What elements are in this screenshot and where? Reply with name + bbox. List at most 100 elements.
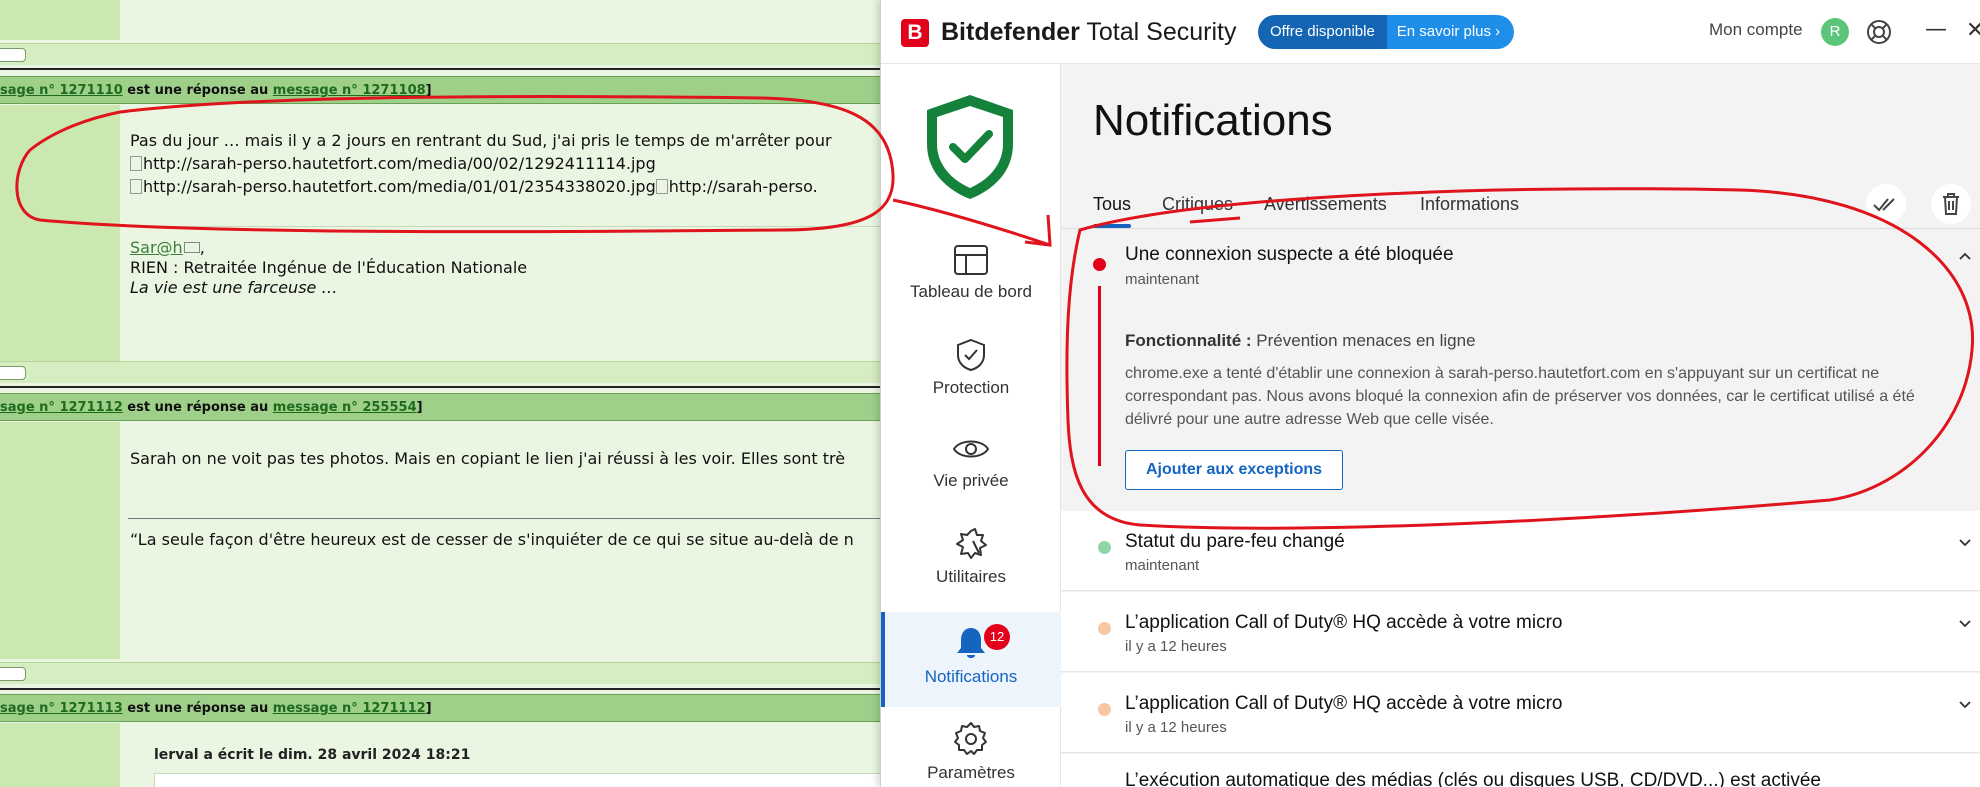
signature-motto: La vie est une farceuse …: [130, 278, 338, 297]
forum-small-button[interactable]: [0, 48, 26, 62]
avatar[interactable]: R: [1821, 18, 1849, 46]
tab-warnings[interactable]: Avertissements: [1264, 194, 1387, 215]
broken-image-icon: [130, 156, 142, 171]
forum-separator: [0, 43, 880, 65]
delete-all-button[interactable]: [1931, 184, 1971, 224]
warning-dot-icon: [1098, 703, 1111, 716]
quote-intro: lerval a écrit le dim. 28 avril 2024 18:…: [154, 747, 471, 763]
notification-title: Statut du pare-feu changé: [1125, 531, 1345, 552]
post-link[interactable]: sage n° 1271113: [0, 701, 123, 716]
eye-icon: [952, 440, 990, 458]
post-header-end: ]: [425, 701, 432, 716]
forum-rule: [0, 386, 880, 388]
app-title: Bitdefender Total Security: [941, 18, 1236, 47]
notification-row[interactable]: Statut du pare-feu changé maintenant: [1061, 511, 1980, 591]
sidebar-item-dashboard[interactable]: Tableau de bord: [881, 244, 1061, 339]
learn-more-link[interactable]: En savoir plus ›: [1386, 15, 1515, 49]
forum-separator: [0, 361, 880, 383]
sidebar-item-label: Protection: [932, 378, 1010, 397]
post-header: sage n° 1271110 est une réponse au messa…: [0, 76, 880, 104]
forum-separator: [0, 662, 880, 684]
notification-title[interactable]: Une connexion suspecte a été bloquée: [1125, 244, 1454, 266]
post-header-text: est une réponse au: [122, 701, 273, 716]
signature-divider: [128, 226, 880, 227]
chevron-up-icon[interactable]: [1959, 250, 1971, 262]
notification-description: chrome.exe a tenté d'établir une connexi…: [1125, 365, 1915, 428]
forum-small-button[interactable]: [0, 667, 26, 681]
dashboard-icon: [954, 245, 988, 275]
forum-rule: [0, 68, 880, 70]
shield-check-icon: [957, 338, 985, 372]
notification-count-badge: 12: [984, 624, 1010, 650]
notification-time: maintenant: [1125, 271, 1200, 288]
chevron-down-icon[interactable]: [1959, 536, 1971, 548]
chevron-down-icon[interactable]: [1959, 698, 1971, 710]
tab-all[interactable]: Tous: [1093, 194, 1132, 228]
account-link[interactable]: Mon compte: [1709, 20, 1803, 40]
image-url: http://sarah-perso.hautetfort.com/media/…: [143, 154, 656, 173]
feature-value: Prévention menaces en ligne: [1256, 331, 1476, 350]
post-header: sage n° 1271112 est une réponse au messa…: [0, 393, 880, 421]
sidebar-item-privacy[interactable]: Vie privée: [881, 433, 1061, 528]
signature-quote: “La seule façon d'être heureux est de ce…: [130, 530, 854, 549]
title-bar: B Bitdefender Total Security Offre dispo…: [881, 0, 1980, 64]
sidebar-item-protection[interactable]: Protection: [881, 338, 1061, 433]
mail-icon[interactable]: [183, 242, 200, 253]
post-link[interactable]: sage n° 1271112: [0, 400, 123, 415]
forum-small-button[interactable]: [0, 366, 26, 380]
forum-left-column: [0, 105, 120, 361]
sidebar-item-utilities[interactable]: Utilitaires: [881, 527, 1061, 622]
notification-title: L’application Call of Duty® HQ accède à …: [1125, 693, 1563, 714]
main-panel: Notifications Tous Critiques Avertisseme…: [1061, 64, 1980, 787]
support-lifebuoy-icon[interactable]: [1866, 19, 1892, 45]
product-name: Total Security: [1079, 18, 1237, 46]
broken-image-link[interactable]: http://sarah-perso.hautetfort.com/media/…: [130, 152, 880, 175]
quote-box: [154, 773, 880, 787]
sidebar-item-notifications[interactable]: 12 Notifications: [881, 612, 1061, 707]
bitdefender-logo-icon: B: [901, 19, 929, 47]
forum-left-column: [0, 723, 120, 787]
mark-all-read-button[interactable]: [1866, 184, 1906, 224]
tab-information[interactable]: Informations: [1420, 194, 1519, 215]
forum-page: sage n° 1271110 est une réponse au messa…: [0, 0, 880, 787]
page-title: Notifications: [1093, 96, 1333, 145]
broken-image-link[interactable]: http://sarah-perso.hautetfort.com/media/…: [130, 175, 880, 198]
gear-icon: [954, 722, 987, 755]
post-link[interactable]: sage n° 1271110: [0, 83, 123, 98]
post-header-text: est une réponse au: [122, 83, 273, 98]
signature-subtitle: RIEN : Retraitée Ingénue de l'Éducation …: [130, 258, 528, 277]
warning-dot-icon: [1098, 622, 1111, 635]
double-check-icon: [1873, 198, 1895, 212]
notification-time: il y a 12 heures: [1125, 638, 1227, 655]
tab-critical[interactable]: Critiques: [1162, 194, 1233, 215]
sidebar-item-settings[interactable]: Paramètres: [881, 721, 1061, 787]
forum-rule: [0, 688, 880, 690]
notification-title: L’application Call of Duty® HQ accède à …: [1125, 612, 1563, 633]
tools-icon: [956, 528, 987, 559]
offer-pill[interactable]: Offre disponible En savoir plus ›: [1258, 15, 1515, 49]
sidebar: Tableau de bord Protection Vie privée Ut…: [881, 64, 1061, 787]
reply-link[interactable]: message n° 1271108: [273, 83, 426, 98]
trash-icon: [1943, 193, 1959, 215]
close-button[interactable]: ✕: [1966, 18, 1980, 43]
signature-author-link[interactable]: Sar@h: [130, 238, 183, 257]
reply-link[interactable]: message n° 255554: [273, 400, 417, 415]
forum-left-column: [0, 0, 120, 40]
bell-icon: [957, 628, 985, 658]
broken-image-icon: [655, 179, 668, 194]
notification-row[interactable]: L’application Call of Duty® HQ accède à …: [1061, 592, 1980, 672]
sidebar-item-label: Notifications: [924, 667, 1018, 686]
critical-dot-icon: [1093, 258, 1106, 271]
notification-row[interactable]: L’exécution automatique des médias (clés…: [1061, 754, 1980, 787]
minimize-button[interactable]: —: [1925, 17, 1947, 42]
chevron-down-icon[interactable]: [1959, 617, 1971, 629]
post-body-line: Pas du jour … mais il y a 2 jours en ren…: [130, 131, 832, 150]
notification-title: L’exécution automatique des médias (clés…: [1125, 770, 1821, 787]
reply-link[interactable]: message n° 1271112: [273, 701, 426, 716]
add-exception-button[interactable]: Ajouter aux exceptions: [1125, 450, 1344, 490]
post-header-text: est une réponse au: [122, 400, 273, 415]
notification-row[interactable]: L’application Call of Duty® HQ accède à …: [1061, 673, 1980, 753]
info-dot-icon: [1098, 541, 1111, 554]
broken-image-icon: [130, 179, 142, 194]
sidebar-item-label: Paramètres: [927, 763, 1015, 782]
